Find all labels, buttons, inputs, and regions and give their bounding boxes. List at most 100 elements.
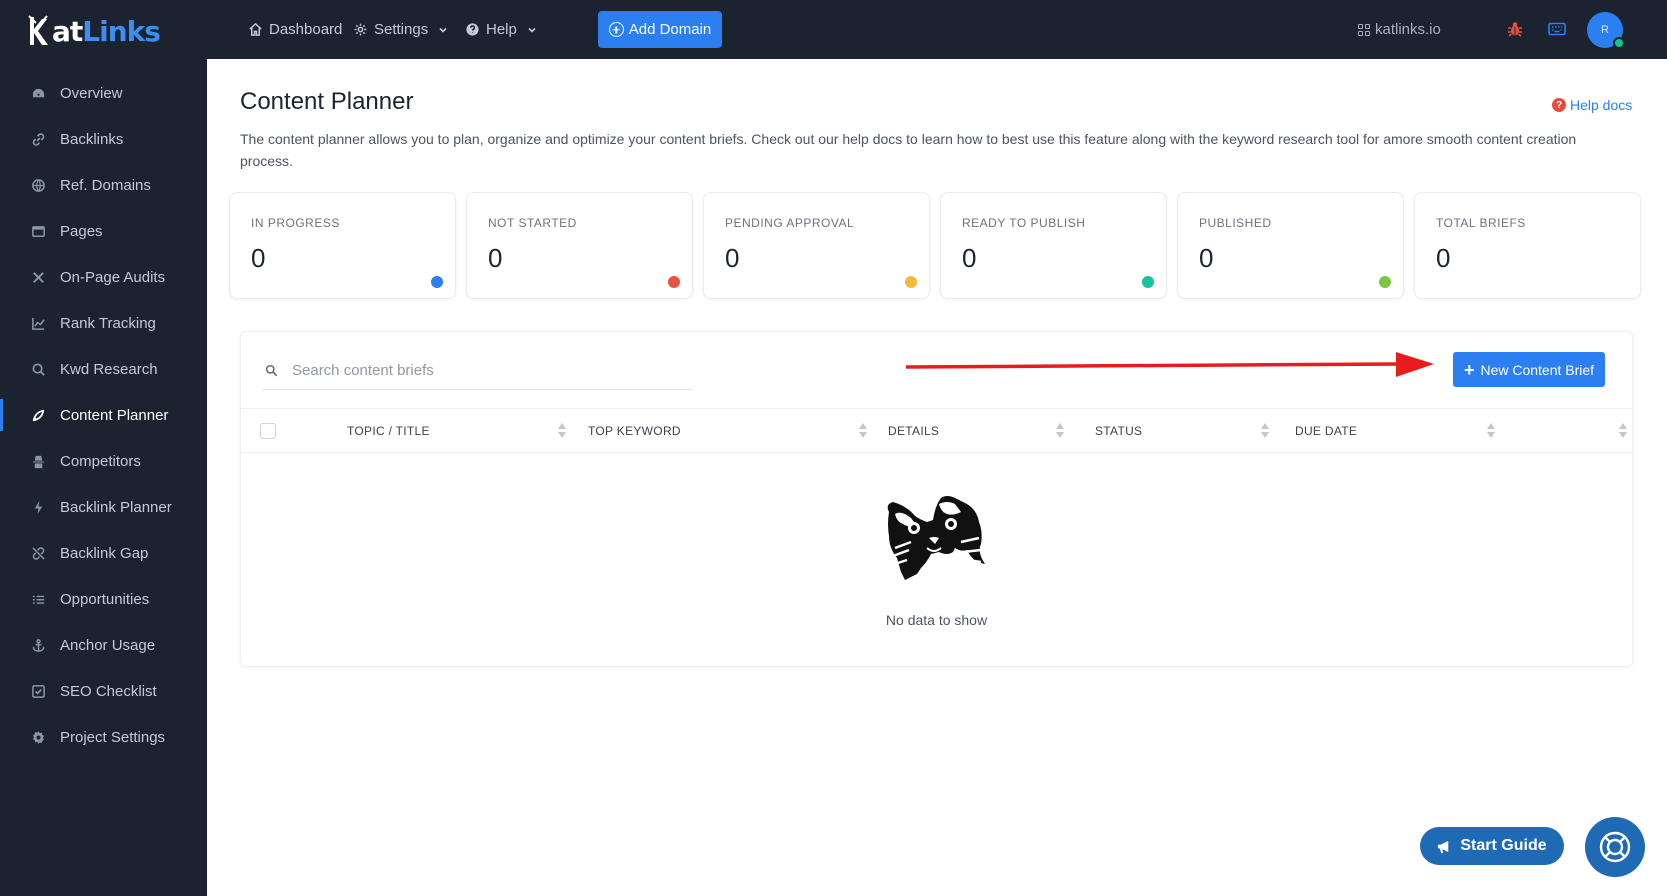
- sidebar-item-label: Ref. Domains: [60, 176, 151, 194]
- sidebar-item-label: Project Settings: [60, 728, 166, 746]
- sidebar-item-project-settings[interactable]: Project Settings: [0, 714, 207, 760]
- dashboard-link[interactable]: Dashboard: [248, 0, 342, 59]
- stat-value: 0: [251, 243, 266, 273]
- grid-icon: [1358, 23, 1370, 36]
- column-header-due-date[interactable]: DUE DATE: [1295, 409, 1357, 452]
- select-all-checkbox[interactable]: [260, 423, 276, 439]
- stat-card-pending-approval: PENDING APPROVAL 0: [703, 192, 930, 299]
- sidebar-item-backlink-gap[interactable]: Backlink Gap: [0, 530, 207, 576]
- home-icon: [249, 22, 262, 36]
- status-dot: [431, 276, 443, 288]
- stat-value: 0: [725, 243, 740, 273]
- sidebar-item-label: Pages: [60, 222, 103, 240]
- empty-state-text: No data to show: [885, 612, 988, 628]
- sidebar-item-label: Content Planner: [60, 406, 169, 424]
- list-icon: [30, 591, 46, 607]
- sort-icon[interactable]: [858, 422, 868, 439]
- sidebar-item-anchor-usage[interactable]: Anchor Usage: [0, 622, 207, 668]
- sort-icon[interactable]: [1486, 422, 1496, 439]
- anchor-icon: [30, 637, 46, 653]
- sidebar-item-label: Backlinks: [60, 130, 124, 148]
- question-icon: ?: [1552, 98, 1566, 112]
- page-title: Content Planner: [240, 88, 414, 115]
- stat-label: IN PROGRESS: [251, 216, 340, 230]
- support-lifebuoy-button[interactable]: [1585, 817, 1645, 877]
- chart-line-icon: [30, 315, 46, 331]
- chevron-down-icon: [439, 27, 447, 33]
- sidebar-item-backlinks[interactable]: Backlinks: [0, 116, 207, 162]
- tools-icon: [30, 269, 46, 285]
- sidebar-item-pages[interactable]: Pages: [0, 208, 207, 254]
- stat-card-in-progress: IN PROGRESS 0: [229, 192, 456, 299]
- globe-icon: [30, 177, 46, 193]
- start-guide-label: Start Guide: [1460, 837, 1547, 854]
- sort-icon[interactable]: [1618, 422, 1628, 439]
- help-docs-link[interactable]: ? Help docs: [1552, 97, 1632, 113]
- sidebar-item-competitors[interactable]: Competitors: [0, 438, 207, 484]
- question-circle-icon: [466, 23, 479, 36]
- sidebar-item-rank-tracking[interactable]: Rank Tracking: [0, 300, 207, 346]
- sidebar-item-label: Overview: [60, 84, 123, 102]
- stat-label: PENDING APPROVAL: [725, 216, 855, 230]
- sidebar-item-seo-checklist[interactable]: SEO Checklist: [0, 668, 207, 714]
- bolt-icon: [30, 499, 46, 515]
- sort-icon[interactable]: [1055, 422, 1065, 439]
- katlinks-logo[interactable]: atLinks atLinks: [27, 12, 161, 50]
- new-content-brief-label: New Content Brief: [1480, 361, 1595, 378]
- column-header-details[interactable]: DETAILS: [888, 409, 939, 452]
- search-icon: [30, 361, 46, 377]
- status-dot: [1379, 276, 1391, 288]
- status-dot: [668, 276, 680, 288]
- new-content-brief-button[interactable]: + New Content Brief: [1453, 352, 1605, 387]
- sidebar-item-on-page-audits[interactable]: On-Page Audits: [0, 254, 207, 300]
- sidebar-item-backlink-planner[interactable]: Backlink Planner: [0, 484, 207, 530]
- domain-label: katlinks.io: [1375, 21, 1441, 38]
- checkbox-icon: [30, 683, 46, 699]
- sidebar-item-label: SEO Checklist: [60, 682, 157, 700]
- stat-card-ready-to-publish: READY TO PUBLISH 0: [940, 192, 1167, 299]
- sidebar-item-label: Backlink Gap: [60, 544, 149, 562]
- help-label: Help: [486, 21, 517, 38]
- add-domain-button[interactable]: Add Domain: [598, 11, 722, 48]
- sidebar-item-overview[interactable]: Overview: [0, 70, 207, 116]
- keyboard-icon[interactable]: [1548, 21, 1566, 37]
- content-briefs-panel: + New Content Brief TOPIC / TITLE TOP KE…: [240, 331, 1633, 667]
- gear-icon: [30, 729, 46, 745]
- stat-value: 0: [962, 243, 977, 273]
- search-input[interactable]: [292, 362, 672, 379]
- chevron-down-icon: [528, 27, 536, 33]
- column-header-top-keyword[interactable]: TOP KEYWORD: [588, 409, 681, 452]
- sort-icon[interactable]: [1260, 422, 1270, 439]
- gauge-icon: [30, 85, 46, 101]
- sidebar-item-content-planner[interactable]: Content Planner: [0, 392, 207, 438]
- settings-menu[interactable]: Settings: [353, 0, 448, 59]
- sidebar-item-label: Anchor Usage: [60, 636, 156, 654]
- unlink-icon: [30, 545, 46, 561]
- sidebar-item-label: Opportunities: [60, 590, 150, 608]
- bug-icon[interactable]: [1506, 20, 1524, 38]
- help-menu[interactable]: Help: [465, 0, 537, 59]
- stat-label: PUBLISHED: [1199, 216, 1272, 230]
- sidebar-item-opportunities[interactable]: Opportunities: [0, 576, 207, 622]
- spy-icon: [30, 453, 46, 469]
- sidebar: atLinks atLinks Overview Backlinks Ref. …: [0, 0, 207, 896]
- domain-selector[interactable]: katlinks.io: [1358, 0, 1441, 59]
- stat-label: READY TO PUBLISH: [962, 216, 1086, 230]
- stat-value: 0: [1199, 243, 1214, 273]
- add-domain-label: Add Domain: [628, 21, 712, 38]
- user-avatar[interactable]: R: [1587, 12, 1625, 49]
- help-docs-label: Help docs: [1570, 97, 1633, 113]
- megaphone-icon: [1438, 840, 1449, 853]
- cat-logo-icon: [28, 15, 48, 45]
- stat-value: 0: [488, 243, 503, 273]
- sidebar-item-kwd-research[interactable]: Kwd Research: [0, 346, 207, 392]
- sort-icon[interactable]: [557, 422, 567, 439]
- stat-card-total-briefs: TOTAL BRIEFS 0: [1414, 192, 1641, 299]
- start-guide-button[interactable]: Start Guide: [1420, 827, 1564, 865]
- column-header-status[interactable]: STATUS: [1095, 409, 1142, 452]
- page-description: The content planner allows you to plan, …: [240, 131, 1577, 169]
- column-header-topic[interactable]: TOPIC / TITLE: [347, 409, 430, 452]
- sidebar-item-label: Competitors: [60, 452, 141, 470]
- dashboard-label: Dashboard: [269, 21, 343, 38]
- sidebar-item-ref-domains[interactable]: Ref. Domains: [0, 162, 207, 208]
